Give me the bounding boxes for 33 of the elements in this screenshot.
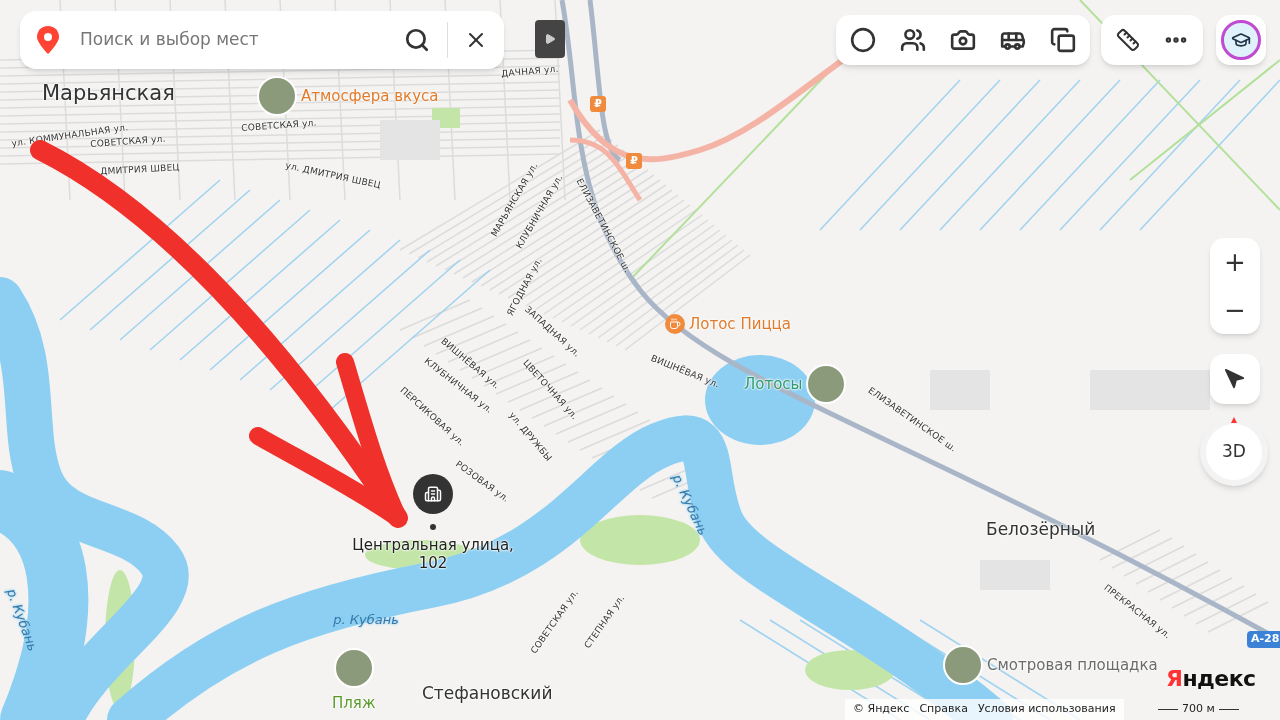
river-label: р. Кубань <box>2 585 42 655</box>
street-label: ДМИТРИЯ ШВЕЦ <box>99 161 181 179</box>
address-label: Центральная улица, 102 <box>351 536 515 572</box>
poi-label[interactable]: Атмосфера вкуса <box>301 84 439 108</box>
profile-avatar[interactable] <box>1216 15 1266 65</box>
settlement-label: Стефановский <box>422 682 553 705</box>
location-pin-icon <box>36 26 60 54</box>
fuel-marker[interactable]: ₽ <box>626 153 642 169</box>
compass-needle-icon <box>1231 417 1237 423</box>
logo: Яндекс <box>1166 665 1256 693</box>
play-button[interactable] <box>535 20 565 58</box>
street-label: ул. ДМИТРИЯ ШВЕЦ <box>284 159 382 193</box>
street-label: СОВЕТСКАЯ ул. <box>240 116 318 135</box>
poi-label[interactable]: Пляж <box>332 692 376 715</box>
road-number: А-28 <box>1247 631 1280 648</box>
location-button[interactable] <box>1210 354 1260 404</box>
search-bar[interactable]: Поиск и выбор мест <box>20 11 504 69</box>
zoom-out-button[interactable]: − <box>1210 286 1260 334</box>
zoom-in-button[interactable]: + <box>1210 238 1260 286</box>
poi-label[interactable]: Лотос Пицца <box>689 313 792 336</box>
footer-link[interactable]: Условия использования <box>977 701 1116 718</box>
search-icon <box>404 27 430 53</box>
scale-label: 700 м <box>1182 701 1215 718</box>
search-field[interactable]: Поиск и выбор мест <box>80 27 395 53</box>
footer-link[interactable]: Справка <box>919 701 968 718</box>
location-arrow-icon <box>1224 368 1246 390</box>
settlement-label: Белозёрный <box>986 518 1096 541</box>
fuel-marker[interactable]: ₽ <box>590 96 606 112</box>
play-icon <box>544 33 556 45</box>
copyright-text: © Яндекс <box>853 701 910 718</box>
settlement-label: Марьянская <box>42 80 175 107</box>
poi-label[interactable]: Смотровая площадка <box>987 653 1158 677</box>
building-icon <box>424 485 442 503</box>
